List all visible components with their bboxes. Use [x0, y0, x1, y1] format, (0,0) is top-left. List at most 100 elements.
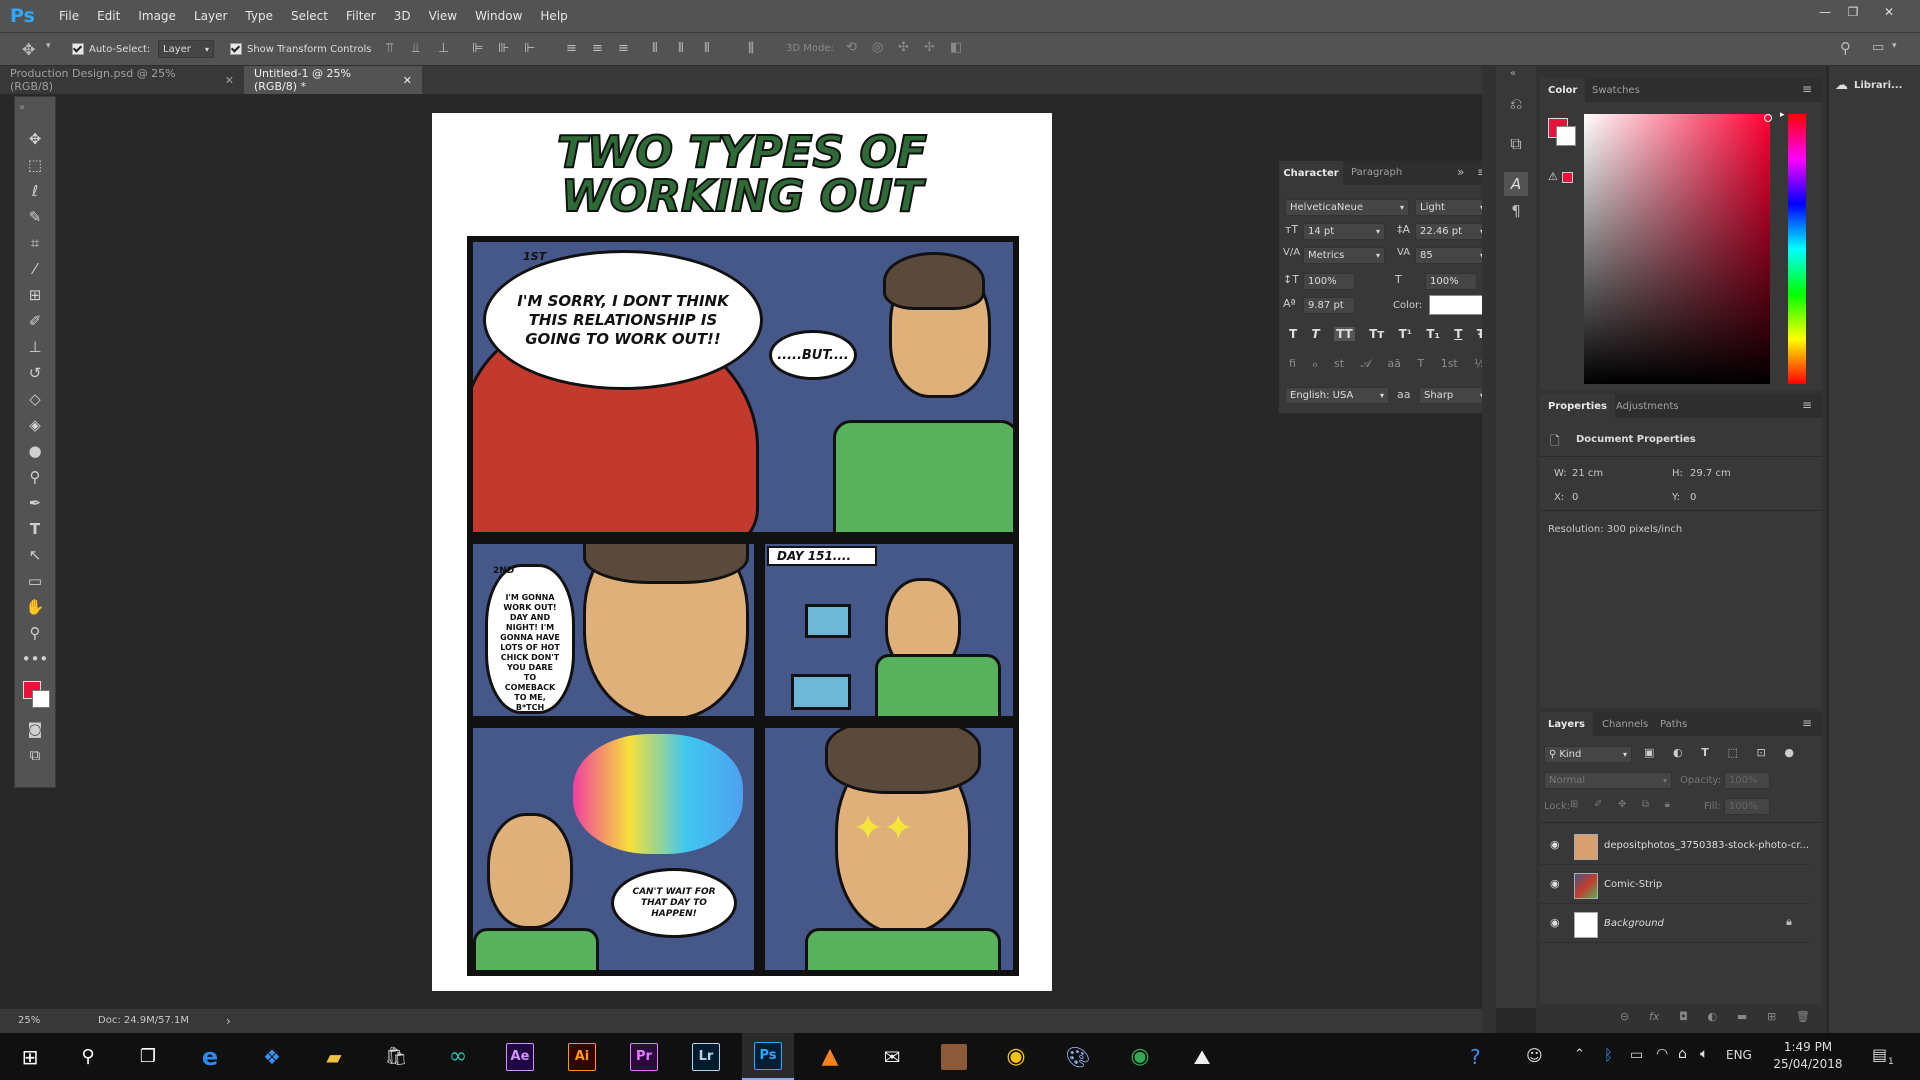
- history-panel-icon[interactable]: ⎌: [1504, 94, 1528, 114]
- screen-mode-icon[interactable]: ⧉: [15, 743, 55, 767]
- minimize-button[interactable]: —: [1810, 0, 1840, 24]
- text-color-swatch[interactable]: [1429, 295, 1485, 315]
- y-value[interactable]: 0: [1690, 492, 1696, 503]
- layer-row[interactable]: ◉ Background 🔒︎: [1540, 904, 1810, 943]
- menu-select[interactable]: Select: [282, 9, 337, 23]
- tab-properties[interactable]: Properties: [1540, 394, 1615, 418]
- tab-swatches[interactable]: Swatches: [1584, 78, 1648, 102]
- color-background-swatch[interactable]: [1556, 126, 1576, 146]
- document-page[interactable]: TWO TYPES OF WORKING OUT I'M SORRY, I DO…: [432, 113, 1052, 991]
- tab-character[interactable]: Character: [1279, 161, 1343, 185]
- tab-paragraph[interactable]: Paragraph: [1351, 167, 1402, 178]
- font-style-field[interactable]: Light▾: [1415, 199, 1489, 216]
- menu-image[interactable]: Image: [129, 9, 185, 23]
- link-layers-icon[interactable]: ⊝: [1620, 1010, 1629, 1023]
- discretionary-ligatures-button[interactable]: st: [1334, 357, 1344, 371]
- healing-tool-icon[interactable]: ⊞: [15, 283, 55, 307]
- underline-button[interactable]: T: [1454, 327, 1462, 341]
- paint-app-icon[interactable]: 🎨︎: [1052, 1033, 1104, 1080]
- filter-toggle-icon[interactable]: ●: [1784, 746, 1794, 759]
- crop-tool-icon[interactable]: ⌗: [15, 231, 55, 255]
- photoshop-taskbar-icon[interactable]: Ps: [742, 1033, 794, 1080]
- task-view-icon[interactable]: ❐: [122, 1033, 174, 1080]
- antialias-dropdown[interactable]: Sharp▾: [1419, 387, 1489, 404]
- distribute-left-icon[interactable]: ⦀: [652, 41, 658, 56]
- close-icon[interactable]: ✕: [403, 74, 412, 87]
- layer-row[interactable]: ◉ Comic-Strip: [1540, 865, 1810, 904]
- distribute-right-icon[interactable]: ⦀: [704, 41, 710, 56]
- old-style-button[interactable]: ℴ: [1312, 357, 1317, 371]
- lock-image-icon[interactable]: ✐: [1594, 799, 1602, 810]
- history-brush-tool-icon[interactable]: ↺: [15, 361, 55, 385]
- people-icon[interactable]: ☺: [1526, 1046, 1543, 1065]
- faux-bold-button[interactable]: T: [1289, 327, 1297, 341]
- paragraph-panel-icon[interactable]: ¶: [1504, 202, 1528, 220]
- align-hcenter-icon[interactable]: ⊪: [498, 41, 509, 56]
- tab-production-design[interactable]: Production Design.psd @ 25% (RGB/8) ✕: [0, 66, 244, 94]
- align-right-icon[interactable]: ⊩: [524, 41, 535, 56]
- bluetooth-icon[interactable]: ᛒ: [1604, 1046, 1613, 1064]
- chrome-icon[interactable]: ◉: [1114, 1033, 1166, 1080]
- paint-bucket-tool-icon[interactable]: ◈: [15, 413, 55, 437]
- clock[interactable]: 1:49 PM 25/04/2018: [1770, 1039, 1846, 1073]
- all-caps-button[interactable]: TT: [1334, 327, 1355, 341]
- hand-tool-icon[interactable]: ✋: [15, 595, 55, 619]
- color-field[interactable]: [1584, 114, 1770, 384]
- opacity-field[interactable]: 100%: [1724, 772, 1770, 789]
- vlc-icon[interactable]: ▲: [804, 1033, 856, 1080]
- distribute-top-icon[interactable]: ≡: [566, 41, 577, 56]
- adjustment-layer-icon[interactable]: ◐: [1708, 1010, 1718, 1023]
- faux-italic-button[interactable]: T: [1312, 327, 1320, 341]
- 3d-pan-icon[interactable]: ✣: [898, 40, 909, 55]
- restore-button[interactable]: ❐: [1838, 0, 1868, 24]
- 3d-scale-icon[interactable]: ◧: [950, 40, 962, 55]
- zoom-level[interactable]: 25%: [18, 1015, 40, 1026]
- path-select-tool-icon[interactable]: ↖: [15, 543, 55, 567]
- help-icon[interactable]: ?: [1470, 1045, 1481, 1069]
- small-caps-button[interactable]: Tт: [1369, 327, 1384, 341]
- hue-slider-handle[interactable]: ▸: [1780, 110, 1785, 120]
- illustrator-icon[interactable]: Ai: [556, 1033, 608, 1080]
- more-tools-icon[interactable]: •••: [15, 647, 55, 671]
- new-group-icon[interactable]: ▬: [1737, 1010, 1747, 1023]
- layer-name[interactable]: Background: [1604, 918, 1664, 929]
- ordinals-button[interactable]: 1st: [1441, 357, 1458, 371]
- menu-file[interactable]: File: [50, 9, 88, 23]
- language-indicator[interactable]: ENG: [1726, 1048, 1752, 1062]
- tab-color[interactable]: Color: [1540, 78, 1586, 102]
- color-picker-marker[interactable]: [1764, 114, 1772, 122]
- show-transform-checkbox[interactable]: [230, 43, 242, 55]
- ligatures-button[interactable]: fi: [1289, 357, 1296, 371]
- chrome-icon[interactable]: ◉: [990, 1033, 1042, 1080]
- quick-select-tool-icon[interactable]: ✎: [15, 205, 55, 229]
- photo-app-icon[interactable]: [928, 1033, 980, 1080]
- blur-tool-icon[interactable]: ●: [15, 439, 55, 463]
- horizontal-scale-field[interactable]: 100%: [1425, 273, 1477, 290]
- subscript-button[interactable]: T₁: [1426, 327, 1439, 341]
- store-icon[interactable]: 🛍︎: [370, 1033, 422, 1080]
- swash-button[interactable]: 𝒜: [1361, 357, 1371, 371]
- leading-field[interactable]: 22.46 pt▾: [1415, 223, 1489, 240]
- collapse-icon[interactable]: «: [1510, 68, 1516, 79]
- align-top-icon[interactable]: ⫪: [386, 41, 393, 56]
- move-tool-icon[interactable]: ✥: [22, 40, 35, 59]
- menu-window[interactable]: Window: [466, 9, 531, 23]
- blend-mode-dropdown[interactable]: Normal ▾: [1544, 772, 1672, 789]
- eraser-tool-icon[interactable]: ◇: [15, 387, 55, 411]
- panel-menu-icon[interactable]: ≡: [1802, 398, 1812, 412]
- edge-browser-icon[interactable]: e: [184, 1033, 236, 1080]
- 3d-slide-icon[interactable]: ✢: [924, 40, 935, 55]
- panel-menu-icon[interactable]: ≡: [1802, 716, 1812, 730]
- align-vcenter-icon[interactable]: ⫫: [412, 41, 419, 56]
- marquee-tool-icon[interactable]: ⬚: [15, 153, 55, 177]
- wifi-icon[interactable]: ◠: [1656, 1046, 1668, 1062]
- vertical-scale-field[interactable]: 100%: [1303, 273, 1355, 290]
- eye-icon[interactable]: ◉: [1550, 838, 1560, 851]
- collapse-icon[interactable]: »: [15, 101, 59, 113]
- gamut-swatch[interactable]: [1562, 172, 1573, 183]
- stamp-tool-icon[interactable]: ⊥: [15, 335, 55, 359]
- stylistic-alternates-button[interactable]: aā: [1387, 357, 1400, 371]
- notifications-icon[interactable]: ▤: [1872, 1045, 1887, 1064]
- chevron-up-icon[interactable]: ⌃: [1574, 1047, 1585, 1062]
- baseline-shift-field[interactable]: 9.87 pt: [1303, 297, 1355, 314]
